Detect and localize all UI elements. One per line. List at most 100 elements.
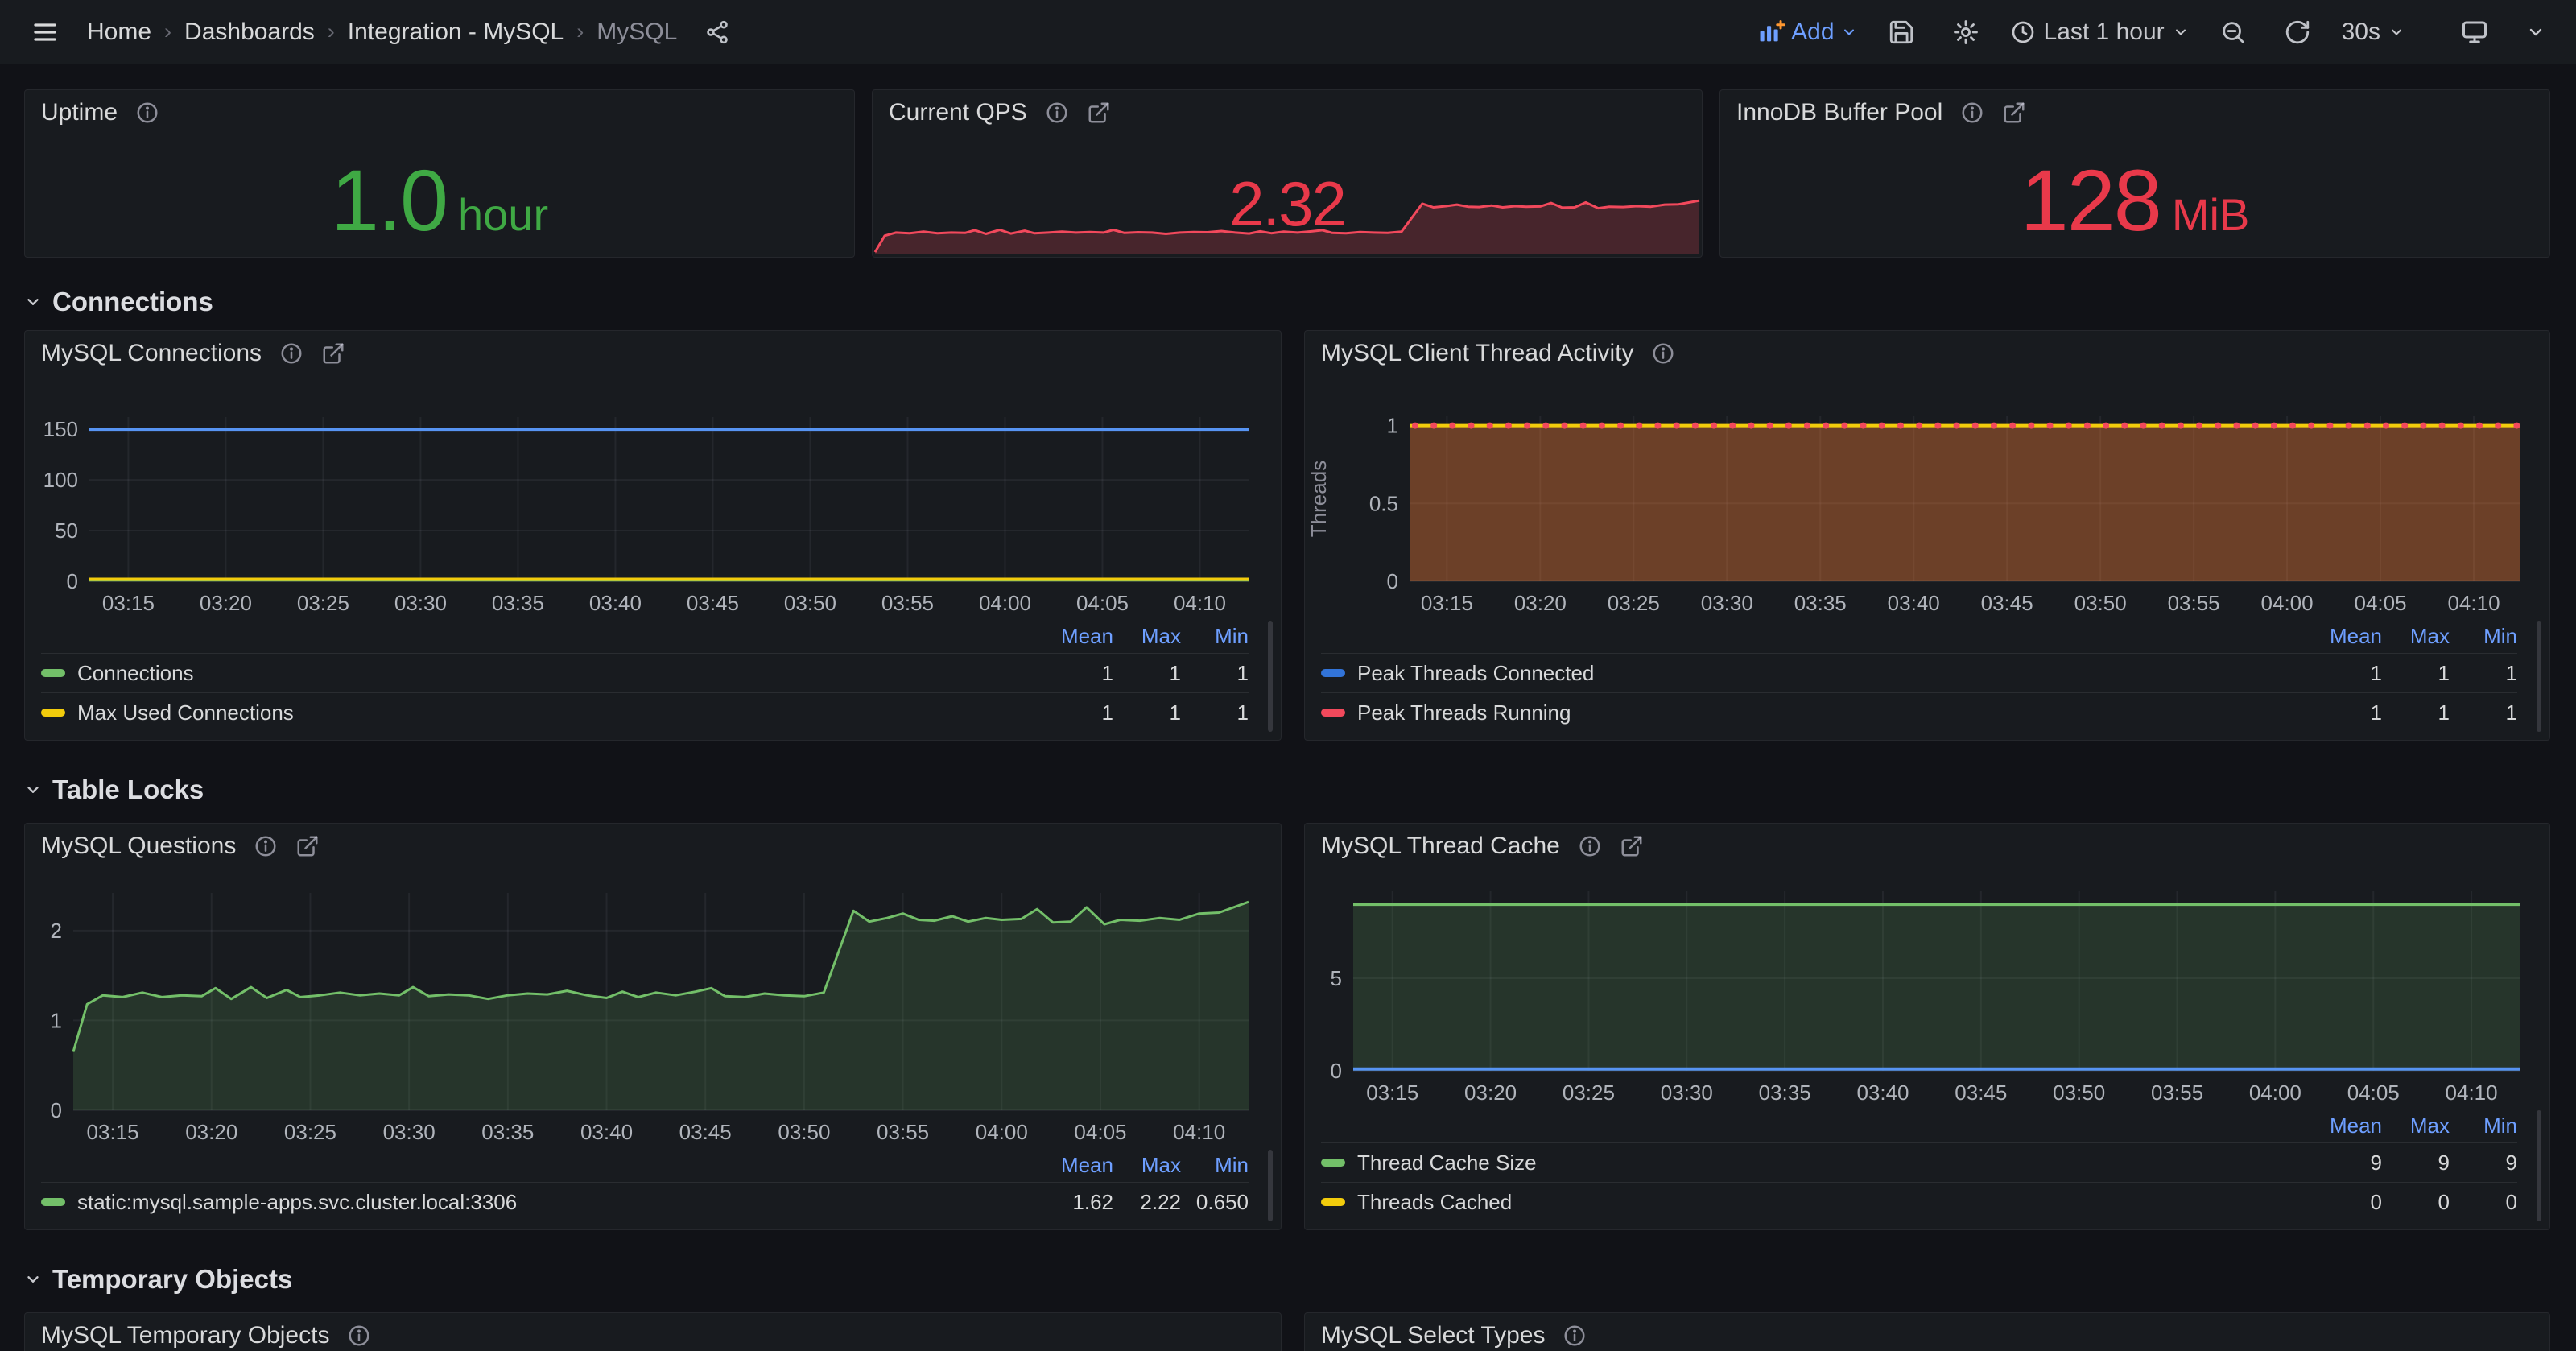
legend-scrollbar[interactable]: [1268, 621, 1273, 732]
legend-col-min[interactable]: Min: [2450, 624, 2517, 649]
legend-scrollbar[interactable]: [2537, 621, 2541, 732]
svg-text:150: 150: [43, 417, 78, 441]
add-panel-icon: [1757, 19, 1785, 46]
info-icon[interactable]: [1578, 834, 1602, 858]
svg-text:03:40: 03:40: [1888, 591, 1940, 615]
breadcrumb-home[interactable]: Home: [87, 19, 151, 46]
external-link-icon[interactable]: [321, 341, 345, 366]
legend-series-label[interactable]: Max Used Connections: [41, 700, 1046, 725]
legend-col-max[interactable]: Max: [1113, 624, 1181, 649]
save-dashboard-button[interactable]: [1881, 12, 1922, 52]
legend-col-min[interactable]: Min: [1181, 624, 1249, 649]
svg-text:03:25: 03:25: [1608, 591, 1660, 615]
svg-text:03:35: 03:35: [492, 591, 544, 615]
legend-col-mean[interactable]: Mean: [1046, 624, 1113, 649]
legend-col-max[interactable]: Max: [1113, 1153, 1181, 1178]
stat-unit: MiB: [2172, 188, 2249, 241]
add-button[interactable]: Add: [1757, 19, 1856, 46]
panel-current-qps: Current QPS 2.32: [872, 89, 1703, 258]
mysql-client-thread-activity-chart[interactable]: 03:1503:2003:2503:3003:3503:4003:4503:50…: [1305, 376, 2549, 619]
refresh-button[interactable]: [2277, 12, 2318, 52]
legend-col-mean[interactable]: Mean: [2314, 624, 2382, 649]
legend: MeanMaxMinPeak Threads Connected111Peak …: [1305, 619, 2549, 740]
section-table-locks[interactable]: Table Locks: [24, 773, 2550, 807]
dashboard-settings-button[interactable]: [1946, 12, 1986, 52]
info-icon[interactable]: [1045, 101, 1069, 125]
svg-text:03:50: 03:50: [2074, 591, 2127, 615]
legend-col-mean[interactable]: Mean: [2314, 1113, 2382, 1138]
legend-scrollbar[interactable]: [2537, 1110, 2541, 1221]
external-link-icon[interactable]: [295, 834, 320, 858]
svg-text:1: 1: [51, 1008, 62, 1032]
legend-series-swatch: [41, 709, 65, 717]
panel-header: InnoDB Buffer Pool: [1720, 90, 2549, 135]
legend-col-min[interactable]: Min: [2450, 1113, 2517, 1138]
breadcrumb-folder[interactable]: Integration - MySQL: [348, 19, 564, 46]
breadcrumb-separator: ›: [328, 19, 335, 44]
kiosk-mode-button[interactable]: [2454, 11, 2496, 53]
breadcrumb-dashboards[interactable]: Dashboards: [184, 19, 315, 46]
section-temporary-objects[interactable]: Temporary Objects: [24, 1262, 2550, 1296]
svg-text:04:10: 04:10: [1174, 591, 1226, 615]
info-icon[interactable]: [1563, 1324, 1587, 1348]
legend-series-label[interactable]: Peak Threads Running: [1321, 700, 2314, 725]
info-icon[interactable]: [347, 1324, 371, 1348]
svg-text:03:15: 03:15: [1421, 591, 1473, 615]
legend-value: 1: [2314, 661, 2382, 686]
svg-text:03:50: 03:50: [784, 591, 836, 615]
info-icon[interactable]: [279, 341, 303, 366]
legend-col-max[interactable]: Max: [2382, 624, 2450, 649]
external-link-icon[interactable]: [1087, 101, 1111, 125]
svg-text:04:05: 04:05: [2347, 1080, 2400, 1105]
panel-title: MySQL Temporary Objects: [41, 1322, 329, 1349]
svg-text:Threads: Threads: [1307, 461, 1331, 537]
hamburger-icon: [31, 18, 60, 47]
legend-col-mean[interactable]: Mean: [1046, 1153, 1113, 1178]
legend-value: 1: [1181, 661, 1249, 686]
zoom-out-button[interactable]: [2213, 12, 2253, 52]
legend-col-max[interactable]: Max: [2382, 1113, 2450, 1138]
legend-header: MeanMaxMin: [1321, 1109, 2517, 1142]
external-link-icon[interactable]: [2002, 101, 2026, 125]
menu-button[interactable]: [24, 11, 66, 53]
section-connections[interactable]: Connections: [24, 285, 2550, 319]
legend-series-label[interactable]: Connections: [41, 661, 1046, 686]
section-title: Connections: [52, 287, 213, 317]
svg-text:0: 0: [1387, 569, 1398, 593]
svg-text:03:35: 03:35: [1794, 591, 1847, 615]
stat-value: 2.32: [873, 167, 1702, 241]
svg-text:03:50: 03:50: [2053, 1080, 2105, 1105]
time-range-picker[interactable]: Last 1 hour: [2010, 19, 2189, 46]
info-icon[interactable]: [254, 834, 278, 858]
breadcrumb-separator: ›: [164, 19, 171, 44]
external-link-icon[interactable]: [1620, 834, 1644, 858]
svg-text:03:55: 03:55: [2151, 1080, 2203, 1105]
mysql-questions-chart[interactable]: 03:1503:2003:2503:3003:3503:4003:4503:50…: [25, 869, 1281, 1148]
share-button[interactable]: [698, 13, 737, 52]
legend-value: 1: [1046, 700, 1113, 725]
legend-row: Max Used Connections111: [41, 692, 1249, 732]
svg-text:04:00: 04:00: [2249, 1080, 2301, 1105]
legend-row: Peak Threads Connected111: [1321, 653, 2517, 692]
stat-number: 1.0: [331, 150, 447, 250]
legend-series-label[interactable]: Threads Cached: [1321, 1190, 2314, 1215]
legend-series-label[interactable]: Peak Threads Connected: [1321, 661, 2314, 686]
legend-value: 0.650: [1181, 1190, 1249, 1215]
svg-text:03:20: 03:20: [185, 1120, 237, 1144]
info-icon[interactable]: [135, 101, 159, 125]
mysql-connections-chart[interactable]: 03:1503:2003:2503:3003:3503:4003:4503:50…: [25, 376, 1281, 619]
legend-scrollbar[interactable]: [1268, 1150, 1273, 1221]
gear-icon: [1952, 19, 1979, 46]
mysql-thread-cache-chart[interactable]: 03:1503:2003:2503:3003:3503:4003:4503:50…: [1305, 869, 2549, 1109]
legend-col-min[interactable]: Min: [1181, 1153, 1249, 1178]
legend-value: 1: [2382, 661, 2450, 686]
panel-mysql-questions: MySQL Questions 03:1503:2003:2503:3003:3…: [24, 823, 1282, 1230]
refresh-interval-dropdown[interactable]: 30s: [2342, 19, 2405, 46]
info-icon[interactable]: [1960, 101, 1984, 125]
nav-more-button[interactable]: [2520, 16, 2552, 48]
chevron-down-icon: [24, 293, 42, 311]
legend-series-label[interactable]: static:mysql.sample-apps.svc.cluster.loc…: [41, 1190, 1046, 1215]
panel-title: MySQL Thread Cache: [1321, 832, 1560, 860]
legend-series-label[interactable]: Thread Cache Size: [1321, 1151, 2314, 1175]
info-icon[interactable]: [1651, 341, 1675, 366]
